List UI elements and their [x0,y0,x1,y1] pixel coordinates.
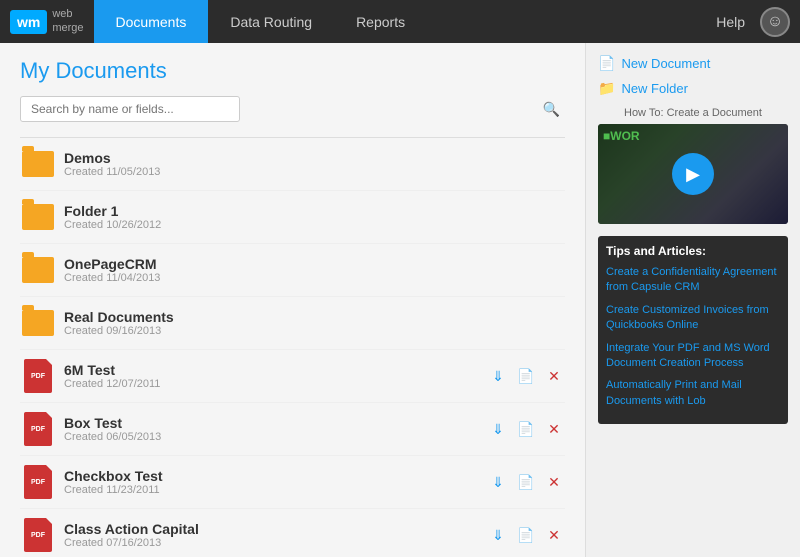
main-layout: My Documents 🔍 Demos Created 11/05/2013 [0,43,800,557]
tip-link-1[interactable]: Create Customized Invoices from Quickboo… [606,303,780,334]
nav-tab-data-routing[interactable]: Data Routing [208,0,334,43]
folder-date: Created 11/05/2013 [64,166,565,178]
merge-icon[interactable]: ⇓ [487,365,509,387]
doc-item-6m-test[interactable]: PDF 6M Test Created 12/07/2011 ⇓ 📄 ✕ [20,350,565,403]
folder-item-onepagecrm[interactable]: OnePageCRM Created 11/04/2013 [20,244,565,297]
nav-tab-documents[interactable]: Documents [94,0,209,43]
folder-item-folder1[interactable]: Folder 1 Created 10/26/2012 [20,191,565,244]
copy-icon[interactable]: 📄 [515,418,537,440]
new-document-label: New Document [621,56,710,71]
video-title: How To: Create a Document [598,107,788,119]
nav-tabs: Documents Data Routing Reports [94,0,428,43]
tip-link-0[interactable]: Create a Confidentiality Agreement from … [606,265,780,296]
help-link[interactable]: Help [716,14,745,30]
folder-name: OnePageCRM [64,256,565,272]
copy-icon[interactable]: 📄 [515,471,537,493]
new-folder-link[interactable]: 📁 New Folder [598,80,788,97]
doc-actions: ⇓ 📄 ✕ [487,471,565,493]
folder-icon [20,199,56,235]
logo-icon: wm [10,10,47,34]
tips-section: Tips and Articles: Create a Confidential… [598,236,788,424]
page-title: My Documents [20,58,565,84]
left-panel: My Documents 🔍 Demos Created 11/05/2013 [0,43,585,557]
folder-date: Created 10/26/2012 [64,219,565,231]
video-watermark: ■WOR [603,129,640,143]
folder-icon [20,252,56,288]
pdf-icon: PDF [20,358,56,394]
delete-icon[interactable]: ✕ [543,418,565,440]
header: wm webmerge Documents Data Routing Repor… [0,0,800,43]
folder-icon [20,305,56,341]
tip-link-3[interactable]: Automatically Print and Mail Documents w… [606,378,780,409]
doc-name: Box Test [64,415,487,431]
pdf-icon: PDF [20,517,56,553]
folder-item-demos[interactable]: Demos Created 11/05/2013 [20,138,565,191]
user-avatar[interactable]: ☺ [760,7,790,37]
delete-icon[interactable]: ✕ [543,524,565,546]
logo-text: webmerge [52,8,83,34]
delete-icon[interactable]: ✕ [543,365,565,387]
pdf-icon: PDF [20,411,56,447]
pdf-icon: PDF [20,464,56,500]
folder-name: Demos [64,150,565,166]
doc-info: Box Test Created 06/05/2013 [64,415,487,443]
header-right: Help ☺ [716,7,790,37]
copy-icon[interactable]: 📄 [515,365,537,387]
folder-item-real-documents[interactable]: Real Documents Created 09/16/2013 [20,297,565,350]
doc-item-checkbox-test[interactable]: PDF Checkbox Test Created 11/23/2011 ⇓ 📄… [20,456,565,509]
folder-info: Demos Created 11/05/2013 [64,150,565,178]
doc-item-box-test[interactable]: PDF Box Test Created 06/05/2013 ⇓ 📄 ✕ [20,403,565,456]
new-document-link[interactable]: 📄 New Document [598,55,788,72]
right-panel: 📄 New Document 📁 New Folder How To: Crea… [585,43,800,557]
search-button[interactable]: 🔍 [543,101,560,118]
doc-name: Checkbox Test [64,468,487,484]
doc-info: Checkbox Test Created 11/23/2011 [64,468,487,496]
delete-icon[interactable]: ✕ [543,471,565,493]
doc-actions: ⇓ 📄 ✕ [487,365,565,387]
nav-tab-reports[interactable]: Reports [334,0,427,43]
tip-link-2[interactable]: Integrate Your PDF and MS Word Document … [606,341,780,372]
tips-title: Tips and Articles: [606,244,780,258]
search-input[interactable] [20,96,240,122]
folder-info: Folder 1 Created 10/26/2012 [64,203,565,231]
document-list: Demos Created 11/05/2013 Folder 1 Create… [20,137,565,557]
merge-icon[interactable]: ⇓ [487,524,509,546]
folder-date: Created 11/04/2013 [64,272,565,284]
doc-name: Class Action Capital [64,521,487,537]
folder-name: Real Documents [64,309,565,325]
folder-icon [20,146,56,182]
merge-icon[interactable]: ⇓ [487,418,509,440]
video-section: How To: Create a Document ■WOR ▶ [598,107,788,224]
video-thumbnail[interactable]: ■WOR ▶ [598,124,788,224]
folder-info: Real Documents Created 09/16/2013 [64,309,565,337]
folder-info: OnePageCRM Created 11/04/2013 [64,256,565,284]
new-document-icon: 📄 [598,55,615,72]
copy-icon[interactable]: 📄 [515,524,537,546]
new-folder-label: New Folder [621,81,687,96]
doc-info: 6M Test Created 12/07/2011 [64,362,487,390]
video-play-button[interactable]: ▶ [672,153,714,195]
doc-date: Created 07/16/2013 [64,537,487,549]
doc-date: Created 12/07/2011 [64,378,487,390]
doc-actions: ⇓ 📄 ✕ [487,418,565,440]
logo: wm webmerge [10,8,84,34]
new-folder-icon: 📁 [598,80,615,97]
doc-actions: ⇓ 📄 ✕ [487,524,565,546]
doc-date: Created 11/23/2011 [64,484,487,496]
folder-date: Created 09/16/2013 [64,325,565,337]
folder-name: Folder 1 [64,203,565,219]
doc-name: 6M Test [64,362,487,378]
search-bar: 🔍 [20,96,565,122]
merge-icon[interactable]: ⇓ [487,471,509,493]
doc-date: Created 06/05/2013 [64,431,487,443]
doc-item-class-action[interactable]: PDF Class Action Capital Created 07/16/2… [20,509,565,557]
doc-info: Class Action Capital Created 07/16/2013 [64,521,487,549]
